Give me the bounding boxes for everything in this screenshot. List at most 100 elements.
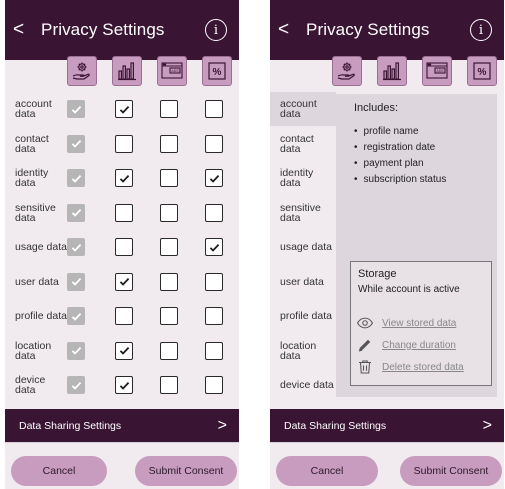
category-item[interactable]: identity data [270,161,336,195]
row-label: sensitive data [15,201,56,224]
row-label: user data [15,275,59,288]
cancel-button[interactable]: Cancel [276,456,378,486]
category-item[interactable]: contact data [270,127,336,161]
category-item[interactable]: device data [270,368,336,402]
ads-label: ADS [171,69,179,73]
cancel-button[interactable]: Cancel [11,456,107,486]
row-label: location data [15,339,52,362]
consent-checkbox[interactable] [160,100,178,118]
top-bar: < Privacy Settings i [5,0,239,60]
required-checkbox [67,238,85,256]
consent-row: profile data [5,299,239,333]
data-sharing-settings-label: Data Sharing Settings [284,419,387,432]
storage-box: Storage While account is active View sto… [350,261,492,386]
consent-checkbox[interactable] [160,376,178,394]
required-checkbox [67,134,85,153]
required-checkbox [67,376,85,394]
category-item[interactable]: account data [270,92,336,126]
category-item[interactable]: user data [270,265,336,299]
include-item: payment plan [354,156,446,172]
column-icon-row: ADS % [270,56,504,92]
data-sharing-settings-bar[interactable]: Data Sharing Settings > [270,409,504,442]
privacy-settings-screen-grid: < Privacy Settings i ADS % account data … [5,0,239,489]
consent-checkbox[interactable] [205,272,223,291]
view-stored-data-label: View stored data [382,317,457,329]
ads-label: ADS [436,69,444,73]
info-icon[interactable]: i [470,19,492,41]
consent-row: contact data [5,127,239,161]
consent-checkbox[interactable] [115,169,133,187]
consent-checkbox[interactable] [160,307,178,325]
consent-checkbox[interactable] [160,169,178,187]
category-item[interactable]: sensitive data [270,196,336,230]
consent-checkbox[interactable] [160,203,178,222]
category-item[interactable]: location data [270,334,336,368]
consent-checkbox[interactable] [115,100,133,118]
consent-checkbox[interactable] [115,203,133,222]
consent-checkbox[interactable] [205,341,223,360]
category-item[interactable]: profile data [270,299,336,333]
view-stored-data-link[interactable]: View stored data [356,314,456,332]
consent-checkbox[interactable] [160,272,178,291]
change-duration-label: Change duration [382,339,456,351]
detail-panel: Includes: profile name registration date… [336,94,497,397]
consent-row: user data [5,265,239,299]
info-icon[interactable]: i [205,19,227,41]
row-label: usage data [15,241,67,253]
back-button[interactable]: < [278,19,306,41]
consent-checkbox[interactable] [205,238,223,256]
consent-checkbox[interactable] [205,100,223,118]
data-sharing-settings-bar[interactable]: Data Sharing Settings > [5,409,239,442]
consent-checkbox[interactable] [115,341,133,360]
include-item: registration date [354,140,446,156]
consent-checkbox[interactable] [160,238,178,256]
consent-checkbox[interactable] [160,341,178,360]
bar-chart-icon [377,56,407,86]
required-checkbox [67,203,85,222]
required-checkbox [67,272,85,291]
bottom-actions: Cancel Submit Consent [270,442,504,489]
consent-checkbox[interactable] [115,376,133,394]
privacy-settings-screen-detail: < Privacy Settings i ADS % account data … [270,0,504,489]
percent-label: % [213,67,222,78]
chevron-right-icon: > [217,416,227,434]
include-item: subscription status [354,172,447,188]
data-sharing-settings-label: Data Sharing Settings [19,419,122,432]
trash-icon [359,360,371,374]
consent-row: usage data [5,230,239,264]
submit-consent-button[interactable]: Submit Consent [400,456,502,486]
row-label: profile data [15,310,67,322]
includes-title: Includes: [354,102,399,114]
column-icon-row: ADS % [5,56,239,92]
page-title: Privacy Settings [306,20,430,39]
required-checkbox [67,169,85,187]
consent-row: identity data [5,161,239,195]
row-label: contact data [15,132,49,155]
change-duration-link[interactable]: Change duration [356,336,456,354]
consent-checkbox[interactable] [115,272,133,291]
consent-checkbox[interactable] [205,376,223,394]
required-checkbox [67,100,85,118]
bottom-actions: Cancel Submit Consent [5,442,239,489]
consent-checkbox[interactable] [205,169,223,187]
top-bar: < Privacy Settings i [270,0,504,60]
back-button[interactable]: < [13,19,41,41]
row-label: device data [15,374,46,396]
required-checkbox [67,307,85,325]
consent-checkbox[interactable] [115,307,133,325]
consent-checkbox[interactable] [160,134,178,153]
consent-checkbox[interactable] [205,134,223,153]
consent-checkbox[interactable] [205,307,223,325]
delete-stored-data-link[interactable]: Delete stored data [356,358,464,376]
submit-consent-button[interactable]: Submit Consent [135,456,237,486]
consent-checkbox[interactable] [115,238,133,256]
category-item[interactable]: usage data [270,230,336,264]
consent-checkbox[interactable] [205,203,223,222]
row-label: identity data [15,167,49,189]
ads-window-icon: ADS [157,56,187,86]
consent-checkbox[interactable] [115,134,133,153]
storage-title: Storage [358,268,397,280]
storage-duration: While account is active [358,284,460,295]
chevron-right-icon: > [482,416,492,434]
consent-row: sensitive data [5,196,239,230]
